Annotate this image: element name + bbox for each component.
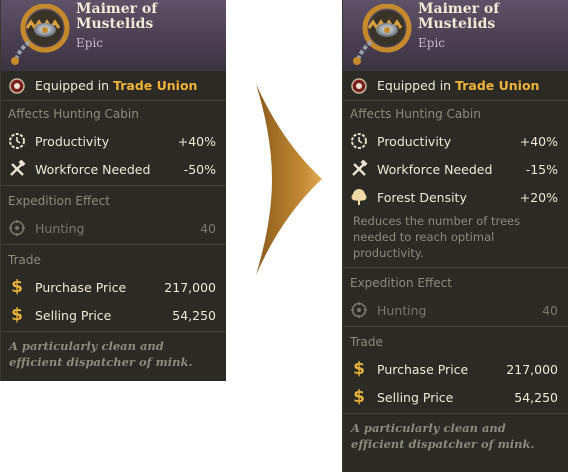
- item-tooltip-after: Maimer of Mustelids Epic Equipped in Tra…: [342, 0, 568, 472]
- item-rarity: Epic: [76, 36, 103, 50]
- purchase-value: 217,000: [506, 361, 558, 377]
- stat-label: Productivity: [35, 133, 110, 149]
- trap-icon: [353, 4, 412, 65]
- gear-clock-icon: [349, 131, 369, 151]
- expedition-title: Expedition Effect: [350, 276, 452, 290]
- tooltip-header: Maimer of Mustelids Epic: [343, 0, 568, 71]
- equipped-prefix: Equipped in: [35, 78, 110, 93]
- stat-label: Productivity: [377, 133, 452, 149]
- flavor-text: A particularly clean and efficient dispa…: [351, 421, 535, 451]
- guild-emblem-icon: [349, 76, 369, 96]
- divider: [1, 331, 226, 332]
- stat-value: +20%: [519, 189, 558, 205]
- dollar-icon: $: [353, 387, 365, 407]
- tree-icon: [349, 187, 369, 207]
- purchase-label: Purchase Price: [377, 361, 469, 377]
- selling-value: 54,250: [514, 389, 558, 405]
- stat-value: +40%: [177, 133, 216, 149]
- stat-value: -50%: [183, 161, 216, 177]
- purchase-row: $ Purchase Price 217,000: [1, 273, 226, 301]
- purchase-row: $ Purchase Price 217,000: [343, 355, 568, 383]
- equipped-location: Trade Union: [113, 78, 198, 93]
- trap-icon: [11, 4, 70, 65]
- affects-title: Affects Hunting Cabin: [8, 107, 139, 121]
- divider: [343, 326, 568, 327]
- tooltip-header: Maimer of Mustelids Epic: [1, 0, 226, 71]
- crosshair-icon: [7, 218, 27, 238]
- expedition-row: Hunting 40: [1, 214, 226, 242]
- stat-row-workforce: Workforce Needed -15%: [343, 155, 568, 183]
- crosshair-icon: [349, 300, 369, 320]
- dollar-icon: $: [11, 305, 23, 325]
- expedition-row: Hunting 40: [343, 296, 568, 324]
- selling-label: Selling Price: [35, 307, 112, 323]
- stat-value: +40%: [519, 133, 558, 149]
- divider: [1, 185, 226, 186]
- equipped-location: Trade Union: [455, 78, 540, 93]
- stat-label: Workforce Needed: [377, 161, 493, 177]
- item-tooltip-before: Maimer of Mustelids Epic Equipped in Tra…: [0, 0, 226, 381]
- divider: [1, 244, 226, 245]
- expedition-label: Hunting: [35, 220, 85, 236]
- stat-value: -15%: [525, 161, 558, 177]
- item-rarity: Epic: [418, 36, 445, 50]
- equipped-row: Equipped in Trade Union: [343, 71, 568, 101]
- purchase-value: 217,000: [164, 279, 216, 295]
- divider: [343, 413, 568, 414]
- stat-row-forest-density: Forest Density +20%: [343, 183, 568, 211]
- selling-value: 54,250: [172, 307, 216, 323]
- comparison-arrow-icon: [256, 84, 322, 275]
- divider: [343, 267, 568, 268]
- flavor-text: A particularly clean and efficient dispa…: [9, 339, 193, 369]
- affects-title: Affects Hunting Cabin: [350, 107, 481, 121]
- expedition-value: 40: [542, 302, 558, 318]
- stat-row-productivity: Productivity +40%: [343, 127, 568, 155]
- item-title: Maimer of Mustelids: [418, 1, 500, 32]
- stat-label: Forest Density: [377, 189, 467, 205]
- selling-row: $ Selling Price 54,250: [343, 383, 568, 411]
- stat-row-workforce: Workforce Needed -50%: [1, 155, 226, 183]
- trade-title: Trade: [350, 335, 383, 349]
- item-title: Maimer of Mustelids: [76, 1, 158, 32]
- expedition-value: 40: [200, 220, 216, 236]
- crossed-tools-icon: [7, 159, 27, 179]
- expedition-label: Hunting: [377, 302, 427, 318]
- expedition-title: Expedition Effect: [8, 194, 110, 208]
- equipped-row: Equipped in Trade Union: [1, 71, 226, 101]
- stat-row-productivity: Productivity +40%: [1, 127, 226, 155]
- purchase-label: Purchase Price: [35, 279, 127, 295]
- dollar-icon: $: [353, 359, 365, 379]
- equipped-prefix: Equipped in: [377, 78, 452, 93]
- dollar-icon: $: [11, 277, 23, 297]
- guild-emblem-icon: [7, 76, 27, 96]
- trade-title: Trade: [8, 253, 41, 267]
- stat-description: Reduces the number of trees needed to re…: [353, 214, 521, 260]
- gear-clock-icon: [7, 131, 27, 151]
- selling-row: $ Selling Price 54,250: [1, 301, 226, 329]
- selling-label: Selling Price: [377, 389, 454, 405]
- crossed-tools-icon: [349, 159, 369, 179]
- stat-label: Workforce Needed: [35, 161, 151, 177]
